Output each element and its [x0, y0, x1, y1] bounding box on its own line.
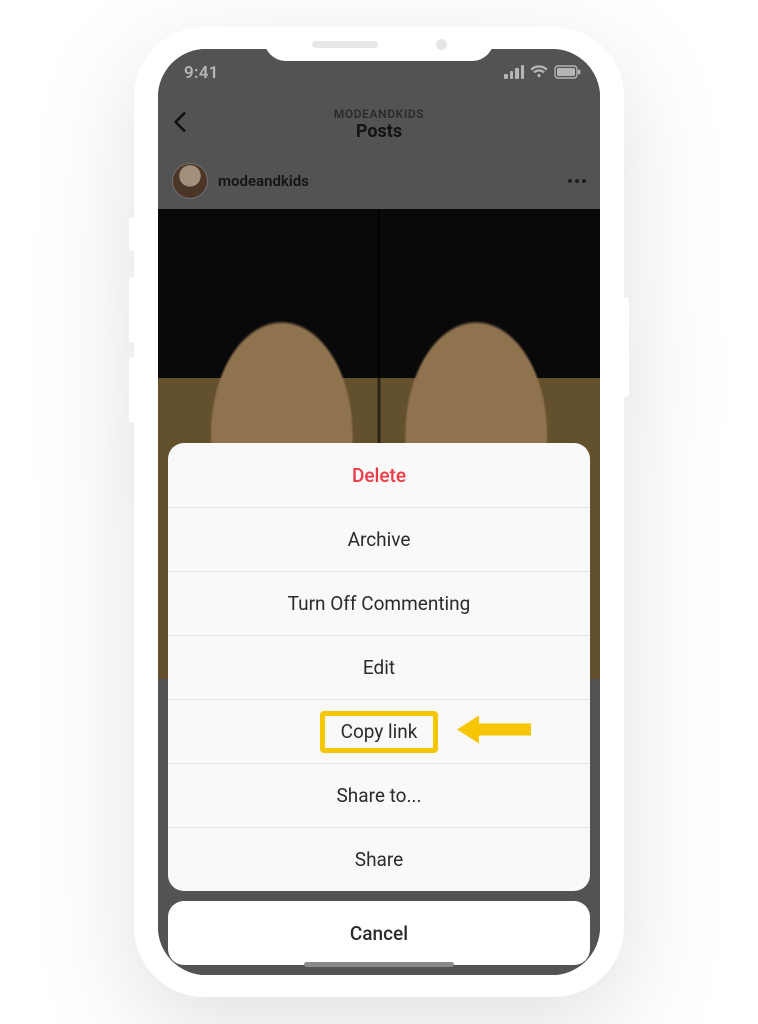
home-indicator[interactable] — [304, 962, 454, 967]
sheet-option-delete[interactable]: Delete — [168, 443, 590, 507]
sheet-option-label: Turn Off Commenting — [288, 592, 471, 615]
sheet-option-label: Copy link — [341, 720, 418, 743]
phone-screen: 9:41 M — [158, 49, 600, 975]
sheet-option-turn-off-commenting[interactable]: Turn Off Commenting — [168, 571, 590, 635]
sheet-option-share-to[interactable]: Share to... — [168, 763, 590, 827]
sheet-option-label: Archive — [348, 528, 411, 551]
phone-notch — [264, 27, 494, 61]
action-sheet: Delete Archive Turn Off Commenting Edit Copy… — [168, 443, 590, 965]
sheet-option-edit[interactable]: Edit — [168, 635, 590, 699]
sheet-option-label: Edit — [363, 656, 395, 679]
sheet-option-label: Delete — [352, 464, 406, 487]
sheet-option-label: Share to... — [336, 784, 421, 807]
cancel-button[interactable]: Cancel — [168, 901, 590, 965]
sheet-option-label: Share — [355, 848, 403, 871]
sheet-option-share[interactable]: Share — [168, 827, 590, 891]
phone-mockup: 9:41 M — [134, 27, 624, 997]
sheet-option-copy-link[interactable]: Copy link — [168, 699, 590, 763]
sheet-option-archive[interactable]: Archive — [168, 507, 590, 571]
arrow-left-icon — [457, 713, 531, 750]
